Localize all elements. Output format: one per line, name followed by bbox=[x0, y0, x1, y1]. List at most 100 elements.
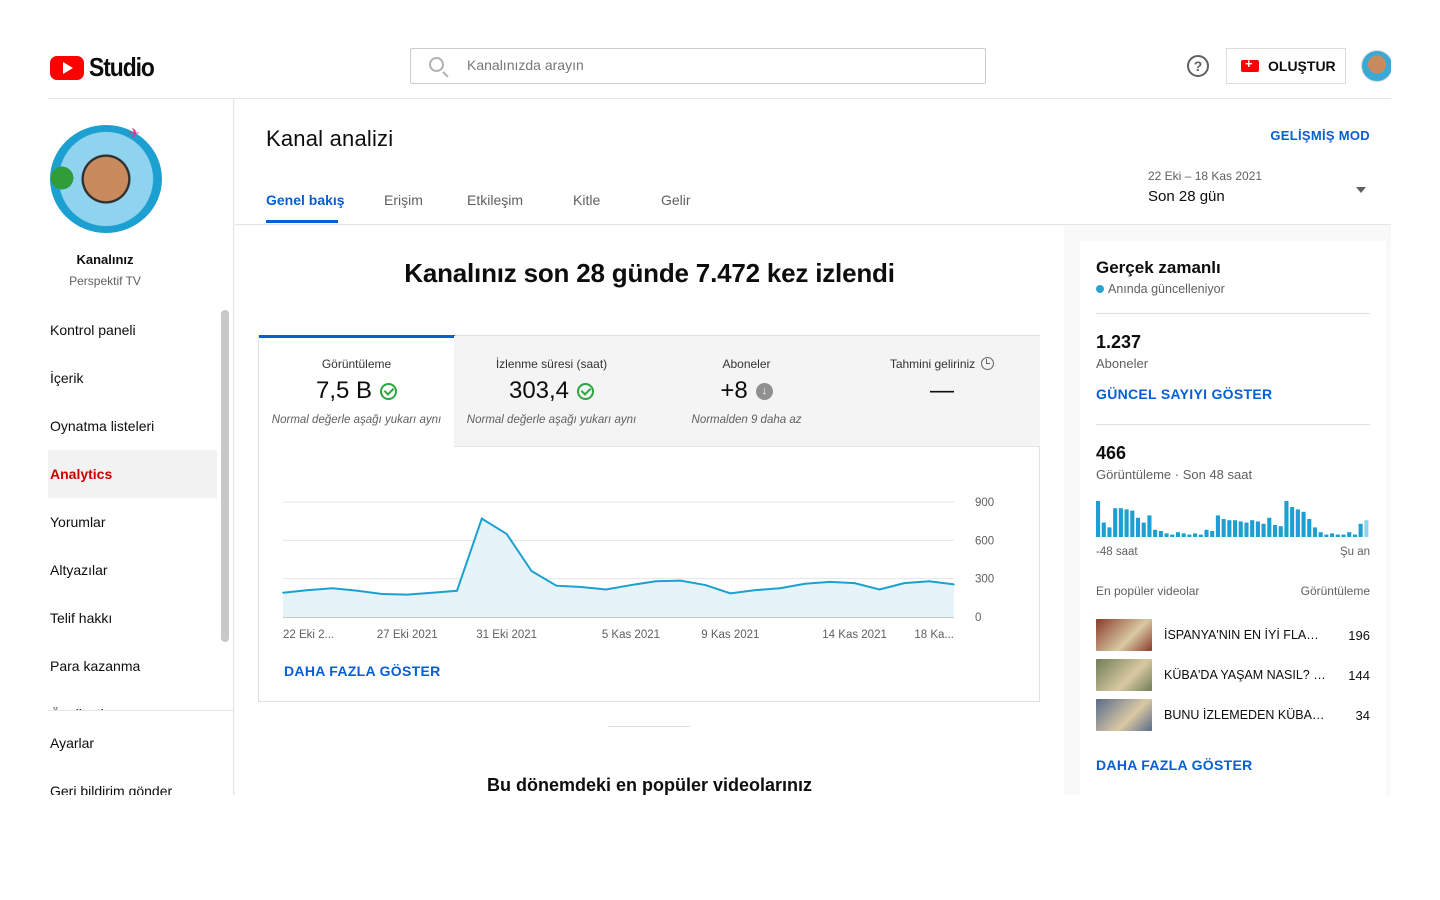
video-thumbnail[interactable] bbox=[1096, 699, 1152, 731]
tab-audience[interactable]: Kitle bbox=[573, 192, 600, 208]
channel-avatar[interactable]: ✈ bbox=[48, 125, 162, 233]
metric-tab-revenue[interactable]: Tahmini geliriniz — bbox=[844, 336, 1040, 447]
hourly-view-bar bbox=[1301, 511, 1306, 537]
metric-tab-views[interactable]: Görüntüleme 7,5 B Normal değerle aşağı y… bbox=[259, 335, 455, 447]
video-title[interactable]: KÜBA'DA YAŞAM NASIL? İLK İZLENİMLER bbox=[1164, 668, 1326, 682]
section-divider bbox=[608, 726, 690, 727]
data-point bbox=[828, 581, 831, 583]
y-tick-label: 300 bbox=[975, 574, 994, 586]
video-thumbnail[interactable] bbox=[1096, 659, 1152, 691]
data-point bbox=[704, 584, 707, 586]
sidebar-item-comments[interactable]: Yorumlar bbox=[48, 498, 217, 546]
metric-value: 303,4 bbox=[508, 377, 570, 404]
chevron-down-icon[interactable] bbox=[1356, 187, 1366, 193]
metric-tab-subscribers[interactable]: Aboneler +8 ↓ Normalden 9 daha az bbox=[649, 336, 845, 447]
sidebar-item-settings[interactable]: Ayarlar bbox=[48, 719, 217, 767]
tab-revenue[interactable]: Gelir bbox=[661, 192, 691, 208]
hourly-view-bar bbox=[1181, 533, 1186, 537]
logo-text: Studio bbox=[89, 52, 155, 82]
show-current-count-link[interactable]: GÜNCEL SAYIYI GÖSTER bbox=[1096, 386, 1272, 402]
data-point bbox=[331, 587, 334, 590]
live-label: Anında güncelleniyor bbox=[1108, 282, 1225, 296]
tab-reach[interactable]: Erişim bbox=[384, 192, 423, 208]
hourly-view-bar bbox=[1233, 520, 1238, 537]
x-tick-label: 18 Ka... bbox=[914, 629, 954, 641]
hourly-view-bar bbox=[1341, 534, 1346, 537]
metrics-card: Görüntüleme 7,5 B Normal değerle aşağı y… bbox=[258, 335, 1040, 702]
x-tick-label: 27 Eki 2021 bbox=[377, 629, 438, 641]
top-video-row[interactable]: İSPANYA'NIN EN İYİ FLAMENKO ŞOVU 196 bbox=[1096, 618, 1370, 652]
tab-engagement[interactable]: Etkileşim bbox=[467, 192, 523, 208]
date-period-label[interactable]: Son 28 gün bbox=[1148, 188, 1225, 205]
top-video-row[interactable]: BUNU İZLEMEDEN KÜBA'YA GİTMEYİN 34 bbox=[1096, 698, 1370, 732]
search-icon[interactable] bbox=[429, 57, 444, 72]
hourly-view-bar bbox=[1278, 526, 1283, 537]
metric-note: Normal değerle aşağı yukarı aynı bbox=[271, 414, 442, 426]
metric-label: Aboneler bbox=[722, 357, 771, 371]
show-more-link[interactable]: DAHA FAZLA GÖSTER bbox=[1096, 757, 1253, 773]
advanced-mode-button[interactable]: GELİŞMİŞ MOD bbox=[1270, 128, 1370, 143]
sidebar-item-monetization[interactable]: Para kazanma bbox=[48, 642, 217, 690]
data-point bbox=[580, 586, 583, 588]
sidebar-scrollbar[interactable] bbox=[221, 310, 229, 642]
series-line bbox=[282, 517, 955, 596]
data-point bbox=[903, 582, 906, 584]
video-thumbnail[interactable] bbox=[1096, 619, 1152, 651]
views-column-header: Görüntüleme bbox=[1300, 584, 1370, 598]
data-point bbox=[654, 580, 657, 583]
video-title[interactable]: İSPANYA'NIN EN İYİ FLAMENKO ŞOVU bbox=[1164, 628, 1326, 642]
sidebar-item-analytics[interactable]: Analytics bbox=[48, 450, 217, 498]
date-range[interactable]: 22 Eki – 18 Kas 2021 bbox=[1148, 169, 1262, 183]
sidebar: ✈ Kanalınız Perspektif TV Kontrol paneli… bbox=[48, 99, 234, 795]
sidebar-item-dashboard[interactable]: Kontrol paneli bbox=[48, 306, 217, 354]
data-point bbox=[555, 584, 558, 587]
divider bbox=[1096, 424, 1370, 425]
hourly-view-bar bbox=[1284, 501, 1289, 537]
clock-icon bbox=[981, 357, 995, 370]
hourly-view-bar bbox=[1164, 533, 1169, 537]
data-point bbox=[853, 582, 856, 584]
airplane-icon: ✈ bbox=[128, 125, 140, 141]
realtime-bar-chart[interactable] bbox=[1096, 499, 1370, 537]
tab-overview[interactable]: Genel bakış bbox=[266, 192, 345, 208]
metric-value: — bbox=[930, 377, 954, 404]
y-tick-label: 900 bbox=[975, 497, 994, 509]
sidebar-item-playlists[interactable]: Oynatma listeleri bbox=[48, 402, 217, 450]
hourly-view-bar bbox=[1210, 531, 1215, 537]
video-views: 144 bbox=[1348, 667, 1370, 683]
data-point bbox=[953, 583, 955, 586]
video-views: 196 bbox=[1348, 627, 1370, 643]
search-input[interactable] bbox=[467, 57, 947, 73]
data-point bbox=[282, 591, 284, 594]
hourly-view-bar bbox=[1364, 520, 1369, 537]
sidebar-item-content[interactable]: İçerik bbox=[48, 354, 217, 402]
metric-tab-watch-time[interactable]: İzlenme süresi (saat) 303,4 Normal değer… bbox=[454, 336, 650, 447]
video-title[interactable]: BUNU İZLEMEDEN KÜBA'YA GİTMEYİN bbox=[1164, 708, 1326, 722]
hourly-view-bar bbox=[1158, 531, 1163, 537]
top-header: Studio ? OLUŞTUR bbox=[48, 30, 1391, 99]
data-point bbox=[307, 589, 309, 591]
account-avatar[interactable] bbox=[1361, 50, 1391, 82]
hourly-view-bar bbox=[1096, 501, 1101, 537]
sidebar-item-copyright[interactable]: Telif hakkı bbox=[48, 594, 217, 642]
show-more-link[interactable]: DAHA FAZLA GÖSTER bbox=[284, 663, 441, 679]
studio-logo[interactable]: Studio bbox=[50, 52, 163, 83]
top-videos-header: En popüler videolar bbox=[1096, 584, 1200, 598]
metric-value: 7,5 B bbox=[315, 377, 373, 404]
analytics-header: Kanal analizi GELİŞMİŞ MOD Genel bakış E… bbox=[235, 99, 1391, 225]
search-box[interactable] bbox=[410, 48, 986, 84]
subscriber-count: 1.237 bbox=[1096, 332, 1142, 352]
hourly-view-bar bbox=[1272, 525, 1278, 537]
help-icon[interactable]: ? bbox=[1187, 55, 1209, 77]
views-line-chart[interactable]: 0 300 600 900 22 Eki 2... 27 Eki 2021 31 Eki 2… bbox=[259, 486, 1039, 646]
sidebar-item-feedback[interactable]: Geri bildirim gönder bbox=[48, 767, 217, 795]
metric-note: Normal değerle aşağı yukarı aynı bbox=[466, 414, 637, 426]
sidebar-divider bbox=[48, 710, 234, 711]
sidebar-item-subtitles[interactable]: Altyazılar bbox=[48, 546, 217, 594]
data-point bbox=[605, 588, 607, 591]
create-button[interactable]: OLUŞTUR bbox=[1226, 48, 1346, 84]
top-video-row[interactable]: KÜBA'DA YAŞAM NASIL? İLK İZLENİMLER 144 bbox=[1096, 658, 1370, 692]
hourly-view-bar bbox=[1352, 534, 1357, 537]
hourly-view-bar bbox=[1147, 515, 1152, 537]
hourly-view-bar bbox=[1267, 517, 1272, 537]
